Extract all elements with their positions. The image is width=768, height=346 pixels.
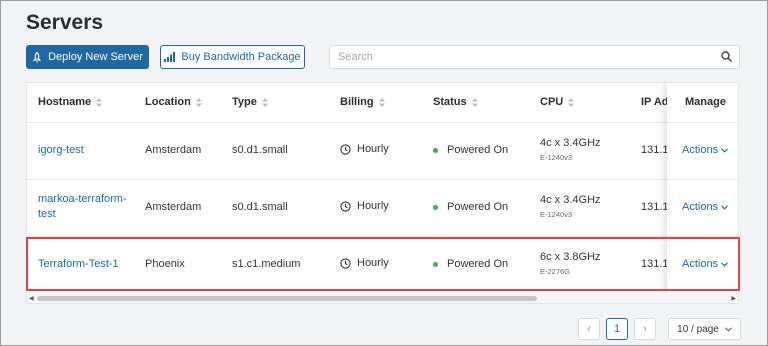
bandwidth-button-label: Buy Bandwidth Package: [181, 51, 301, 63]
search-input[interactable]: [338, 49, 708, 65]
row-divider: [667, 179, 738, 180]
status-cell: Powered On: [433, 144, 508, 156]
location-cell: Amsterdam: [145, 144, 202, 156]
buy-bandwidth-button[interactable]: Buy Bandwidth Package: [160, 45, 305, 69]
manage-column: Manage Actions Actions Actions: [667, 83, 738, 293]
pagination-page-1[interactable]: 1: [606, 318, 628, 340]
status-cell: Powered On: [433, 201, 508, 213]
actions-dropdown[interactable]: Actions: [682, 144, 728, 156]
servers-table: Hostname Location Type Billing Status CP…: [26, 82, 739, 304]
column-header-type[interactable]: Type: [232, 96, 268, 108]
deploy-new-server-button[interactable]: Deploy New Server: [26, 45, 149, 69]
chevron-down-icon: [724, 326, 732, 332]
scroll-right-icon[interactable]: ▶: [731, 295, 736, 302]
actions-dropdown[interactable]: Actions: [682, 258, 728, 270]
page-size-select[interactable]: 10 / page: [668, 318, 741, 340]
column-header-ip-address[interactable]: IP Ad: [641, 96, 669, 108]
billing-cell: Hourly: [340, 143, 389, 155]
hostname-link[interactable]: igorg-test: [38, 144, 84, 156]
bar-chart-icon: [164, 52, 176, 62]
row-divider: [27, 236, 738, 237]
sort-icon: [261, 97, 268, 107]
type-cell: s1.c1.medium: [232, 258, 301, 270]
ip-cell: 131.1: [641, 144, 669, 156]
sort-icon: [471, 97, 478, 107]
chevron-down-icon: [721, 147, 728, 153]
column-header-hostname[interactable]: Hostname: [38, 96, 103, 108]
column-header-status[interactable]: Status: [433, 96, 478, 108]
location-cell: Phoenix: [145, 258, 185, 270]
cpu-cell: 4c x 3.4GHz E-1240v3: [540, 137, 601, 162]
scroll-left-icon[interactable]: ◀: [29, 295, 34, 302]
column-header-billing[interactable]: Billing: [340, 96, 385, 108]
clock-icon: [340, 143, 351, 155]
pagination-prev-button[interactable]: ‹: [578, 318, 600, 340]
location-cell: Amsterdam: [145, 201, 202, 213]
hostname-link[interactable]: Terraform-Test-1: [38, 258, 119, 270]
billing-cell: Hourly: [340, 257, 389, 269]
header-divider: [27, 122, 738, 123]
ip-cell: 131.1: [641, 201, 669, 213]
clock-icon: [340, 200, 351, 212]
horizontal-scrollbar[interactable]: ◀ ▶: [27, 293, 738, 303]
status-cell: Powered On: [433, 258, 508, 270]
cpu-cell: 6c x 3.8GHz E-2276G: [540, 251, 601, 276]
status-dot: [433, 147, 438, 153]
sort-icon: [378, 97, 385, 107]
page-title: Servers: [26, 11, 104, 34]
type-cell: s0.d1.small: [232, 201, 288, 213]
search-icon[interactable]: [721, 51, 732, 62]
sort-icon: [96, 97, 103, 107]
billing-cell: Hourly: [340, 200, 389, 212]
hostname-link[interactable]: markoa-terraform- test: [38, 193, 127, 220]
rocket-icon: [32, 51, 42, 62]
pagination-next-button[interactable]: ›: [634, 318, 656, 340]
status-dot: [433, 204, 438, 210]
column-header-manage: Manage: [685, 96, 726, 108]
ip-cell: 131.1: [641, 258, 669, 270]
chevron-down-icon: [721, 261, 728, 267]
sort-icon: [195, 97, 202, 107]
column-header-location[interactable]: Location: [145, 96, 202, 108]
type-cell: s0.d1.small: [232, 144, 288, 156]
sort-icon: [568, 97, 575, 107]
column-header-cpu[interactable]: CPU: [540, 96, 575, 108]
cpu-cell: 4c x 3.4GHz E-1240v3: [540, 194, 601, 219]
chevron-down-icon: [721, 204, 728, 210]
search-box[interactable]: [329, 45, 740, 69]
row-divider: [27, 179, 738, 180]
scrollbar-thumb[interactable]: [37, 296, 537, 301]
clock-icon: [340, 257, 351, 269]
actions-dropdown[interactable]: Actions: [682, 201, 728, 213]
status-dot: [433, 261, 438, 267]
header-divider: [667, 122, 738, 123]
deploy-button-label: Deploy New Server: [48, 51, 143, 63]
row-divider: [667, 236, 738, 237]
